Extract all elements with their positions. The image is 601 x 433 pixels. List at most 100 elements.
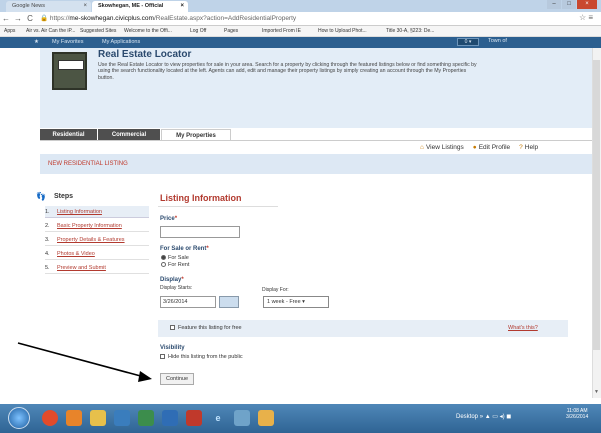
step-property-details[interactable]: 3. Property Details & Features: [45, 234, 149, 246]
bookmark-item[interactable]: Suggested Sites: [80, 28, 116, 34]
bookmark-item[interactable]: Log Off: [190, 28, 206, 34]
tab-google-news[interactable]: Google News ×: [6, 1, 91, 12]
close-tab-icon[interactable]: ×: [180, 1, 184, 12]
step-number: 3.: [45, 237, 50, 243]
bookmark-star-icon[interactable]: ☆ ≡: [579, 13, 593, 22]
url-scheme: https://: [49, 14, 70, 22]
steps-title: Steps: [54, 193, 74, 200]
required-marker: *: [181, 277, 184, 283]
price-input[interactable]: [160, 226, 240, 238]
url-input[interactable]: 🔒 https://me-skowhegan.civicplus.com/Rea…: [40, 14, 460, 24]
chevron-down-icon: ▾: [302, 299, 305, 305]
required-marker: *: [174, 216, 178, 222]
back-icon[interactable]: ←: [0, 14, 12, 23]
view-listings-link[interactable]: ⌂ View Listings: [420, 144, 464, 151]
bookmark-item[interactable]: Imported From IE: [262, 28, 301, 34]
help-label: Help: [524, 144, 539, 151]
system-tray: Desktop » ▲ ▭ ◂) ◼: [456, 413, 511, 420]
bookmarks-bar: Apps Air vs. Air Can the iP... Suggested…: [0, 26, 601, 37]
clock[interactable]: 11:08 AM 3/26/2014: [566, 408, 588, 420]
checkbox-icon: [160, 354, 165, 360]
close-tab-icon[interactable]: ×: [83, 1, 87, 12]
excel-icon[interactable]: [138, 410, 154, 426]
bookmark-item[interactable]: Welcome to the Offi...: [124, 28, 172, 34]
url-host: me-skowhegan.civicplus.com: [69, 14, 154, 22]
display-label-text: Display: [160, 277, 182, 283]
desktop-toolbar[interactable]: Desktop: [456, 414, 478, 420]
my-applications-menu[interactable]: My Applications: [102, 39, 140, 45]
price-label: Price*: [160, 216, 177, 222]
step-label: Property Details & Features: [57, 237, 125, 243]
display-for-label: Display For:: [262, 287, 289, 293]
outlook-icon[interactable]: [114, 410, 130, 426]
step-basic-property-information[interactable]: 2. Basic Property Information: [45, 220, 149, 232]
step-number: 1.: [45, 209, 50, 215]
view-listings-label: View Listings: [425, 144, 464, 151]
chrome-icon[interactable]: [42, 410, 58, 426]
minimize-icon[interactable]: –: [547, 0, 561, 9]
display-start-input[interactable]: 3/26/2014: [160, 296, 216, 308]
word-icon[interactable]: [162, 410, 178, 426]
step-label: Preview and Submit: [57, 265, 106, 271]
form-title: Listing Information: [160, 193, 242, 203]
bookmark-item[interactable]: How to Upload Phot...: [318, 28, 367, 34]
display-for-select[interactable]: 1 week - Free ▾: [263, 296, 329, 308]
bookmark-item[interactable]: Air vs. Air Can the iP...: [26, 28, 75, 34]
scroll-down-icon[interactable]: ▼: [593, 389, 600, 397]
scrollbar-thumb[interactable]: [593, 60, 600, 350]
reload-icon[interactable]: C: [24, 14, 36, 23]
divider: [158, 206, 278, 207]
tray-icons[interactable]: » ▲ ▭ ◂) ◼: [480, 414, 512, 420]
toolbox-icon[interactable]: [258, 410, 274, 426]
step-photos-video[interactable]: 4. Photos & Video: [45, 248, 149, 260]
acrobat-icon[interactable]: [186, 410, 202, 426]
powerpoint-icon[interactable]: [66, 410, 82, 426]
network-icon[interactable]: [234, 410, 250, 426]
step-label: Basic Property Information: [57, 223, 122, 229]
visibility-label: Visibility: [160, 345, 185, 351]
edit-profile-label: Edit Profile: [478, 144, 511, 151]
step-number: 4.: [45, 251, 50, 257]
internet-explorer-icon[interactable]: e: [210, 410, 226, 426]
continue-button[interactable]: Continue: [160, 373, 194, 385]
help-link[interactable]: ? Help: [519, 144, 538, 151]
divider: [40, 140, 600, 141]
whats-this-link[interactable]: What's this?: [508, 325, 538, 331]
real-estate-sign-image: [52, 52, 87, 90]
edit-profile-link[interactable]: ● Edit Profile: [473, 144, 510, 151]
price-label-text: Price: [160, 216, 175, 222]
step-preview-submit[interactable]: 5. Preview and Submit: [45, 262, 149, 274]
radio-for-rent[interactable]: For Rent: [161, 262, 189, 268]
sale-rent-label: For Sale or Rent*: [160, 246, 209, 252]
banner-description: Use the Real Estate Locator to view prop…: [98, 62, 477, 81]
start-button[interactable]: [8, 407, 30, 429]
hide-listing-label: Hide this listing from the public: [168, 354, 243, 360]
bookmark-apps[interactable]: Apps: [4, 28, 15, 34]
user-icon: ●: [472, 144, 477, 151]
folder-icon[interactable]: [90, 410, 106, 426]
bookmark-item[interactable]: Title 30-A, §223: De...: [386, 28, 434, 34]
step-number: 5.: [45, 265, 50, 271]
step-listing-information[interactable]: 1. Listing Information: [45, 206, 149, 218]
my-favorites-menu[interactable]: My Favorites: [52, 39, 83, 45]
user-dropdown[interactable]: 0 ▾: [457, 38, 479, 46]
maximize-icon[interactable]: □: [562, 0, 576, 9]
radio-for-sale[interactable]: For Sale: [161, 255, 189, 261]
star-icon: ★: [34, 39, 39, 45]
forward-icon[interactable]: →: [12, 14, 24, 23]
radio-label: For Rent: [168, 262, 190, 268]
clock-date: 3/26/2014: [566, 414, 589, 420]
calendar-icon[interactable]: [219, 296, 239, 308]
tab-skowhegan[interactable]: Skowhegan, ME - Official ×: [92, 1, 188, 12]
close-window-icon[interactable]: ×: [577, 0, 597, 9]
display-for-value: 1 week - Free: [267, 299, 301, 305]
display-label: Display*: [160, 277, 184, 283]
feature-checkbox[interactable]: Feature this listing for free: [170, 325, 242, 331]
hide-listing-checkbox[interactable]: Hide this listing from the public: [160, 354, 243, 360]
screen: Google News × Skowhegan, ME - Official ×…: [0, 0, 601, 433]
url-path: /RealEstate.aspx?action=AddResidentialPr…: [153, 14, 297, 22]
feature-label: Feature this listing for free: [178, 325, 242, 331]
bookmark-item[interactable]: Pages: [224, 28, 238, 34]
radio-label: For Sale: [168, 255, 189, 261]
town-menu[interactable]: Town of: [488, 38, 507, 44]
